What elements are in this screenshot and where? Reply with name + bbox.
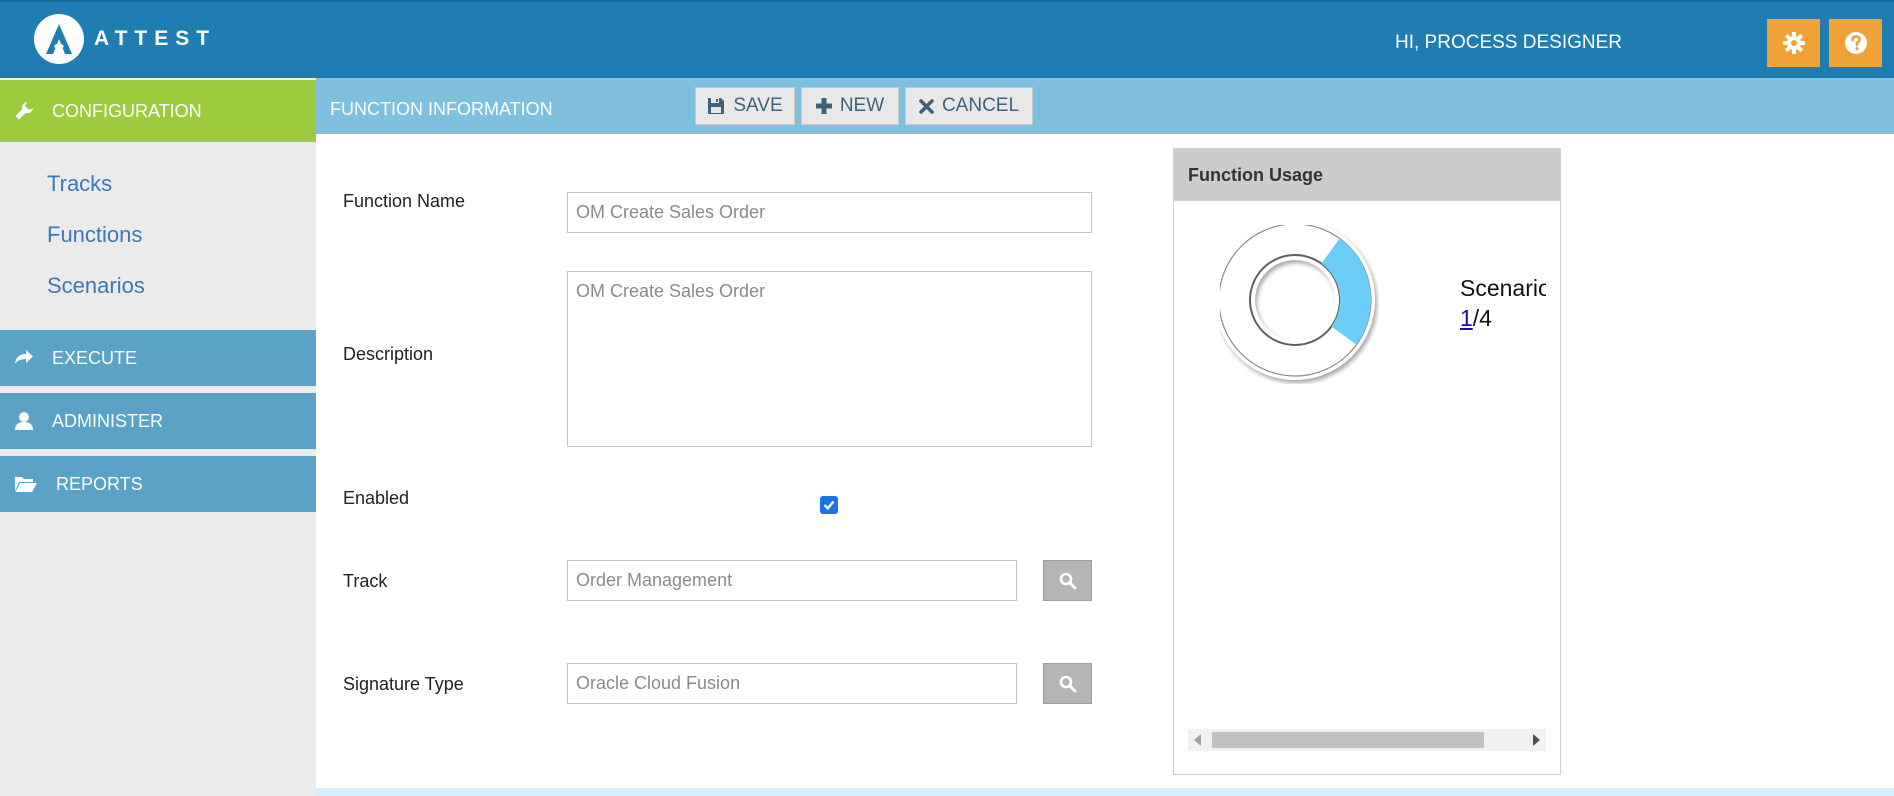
track-label: Track xyxy=(343,571,388,591)
new-button[interactable]: NEW xyxy=(801,87,899,125)
folder-open-icon xyxy=(15,477,37,492)
cancel-button[interactable]: CANCEL xyxy=(905,87,1033,125)
share-arrow-icon xyxy=(15,350,33,364)
settings-button[interactable] xyxy=(1767,19,1820,67)
sidebar-item-scenarios[interactable]: Scenarios xyxy=(47,273,145,299)
sidebar-section-label: ADMINISTER xyxy=(52,410,164,431)
sidebar-section-label: CONFIGURATION xyxy=(52,100,202,121)
track-search-button[interactable] xyxy=(1043,560,1092,601)
cancel-button-label: CANCEL xyxy=(941,95,1020,116)
description-textarea[interactable]: OM Create Sales Order xyxy=(567,271,1092,447)
sidebar-item-functions[interactable]: Functions xyxy=(47,222,142,248)
new-button-label: NEW xyxy=(839,95,885,116)
function-name-input[interactable]: OM Create Sales Order xyxy=(567,192,1092,233)
legend-value: 1/4 xyxy=(1460,305,1492,332)
used-count-link[interactable]: 1 xyxy=(1460,305,1473,331)
track-input[interactable]: Order Management xyxy=(567,560,1017,601)
page-title: FUNCTION INFORMATION xyxy=(330,99,553,119)
scroll-thumb[interactable] xyxy=(1212,732,1484,748)
scroll-right-icon[interactable] xyxy=(1533,734,1540,746)
description-label: Description xyxy=(343,344,434,364)
sidebar-section-administer[interactable]: ADMINISTER xyxy=(0,393,316,449)
gear-icon xyxy=(1782,32,1805,54)
logo-mark-icon xyxy=(34,14,84,64)
sidebar-section-reports[interactable]: REPORTS xyxy=(0,456,316,512)
function-toolbar: FUNCTION INFORMATION SAVE NEW CANCEL xyxy=(316,78,1894,134)
plus-icon xyxy=(815,98,832,114)
help-icon xyxy=(1844,32,1867,54)
panel-title: Function Usage xyxy=(1174,149,1560,201)
sidebar-item-tracks[interactable]: Tracks xyxy=(47,171,112,197)
sidebar-section-configuration[interactable]: CONFIGURATION xyxy=(0,80,316,142)
save-button[interactable]: SAVE xyxy=(695,87,795,125)
enabled-label: Enabled xyxy=(343,488,410,508)
wrench-icon xyxy=(15,102,33,120)
search-icon xyxy=(1059,572,1076,589)
signature-search-button[interactable] xyxy=(1043,663,1092,704)
sidebar-section-label: EXECUTE xyxy=(52,347,138,368)
search-icon xyxy=(1059,675,1076,692)
total-count: /4 xyxy=(1472,305,1492,331)
close-icon xyxy=(919,98,934,114)
floppy-disk-icon xyxy=(708,98,725,114)
user-greeting: HI, PROCESS DESIGNER xyxy=(1395,32,1622,53)
sidebar-section-label: REPORTS xyxy=(56,473,143,494)
help-button[interactable] xyxy=(1829,19,1882,67)
usage-donut-chart xyxy=(1220,225,1375,380)
enabled-checkbox[interactable] xyxy=(820,496,838,514)
horizontal-scrollbar[interactable] xyxy=(1188,729,1546,751)
save-button-label: SAVE xyxy=(733,95,783,116)
sidebar: CONFIGURATION Tracks Functions Scenarios… xyxy=(0,78,316,796)
signature-type-input[interactable]: Oracle Cloud Fusion xyxy=(567,663,1017,704)
logo[interactable]: ATTEST xyxy=(34,14,216,64)
legend-label: Scenario xyxy=(1460,275,1546,301)
top-header: ATTEST HI, PROCESS DESIGNER xyxy=(0,0,1894,78)
function-usage-panel: Function Usage Scenario 1/4 xyxy=(1173,148,1561,775)
bottom-strip xyxy=(316,788,1894,796)
checkmark-icon xyxy=(823,500,835,511)
sidebar-section-execute[interactable]: EXECUTE xyxy=(0,330,316,386)
signature-type-label: Signature Type xyxy=(343,674,464,694)
user-icon xyxy=(15,412,33,430)
scroll-left-icon[interactable] xyxy=(1194,734,1201,746)
brand-name: ATTEST xyxy=(94,27,217,50)
donut-inner-edge xyxy=(1249,254,1341,346)
function-name-label: Function Name xyxy=(343,191,466,211)
